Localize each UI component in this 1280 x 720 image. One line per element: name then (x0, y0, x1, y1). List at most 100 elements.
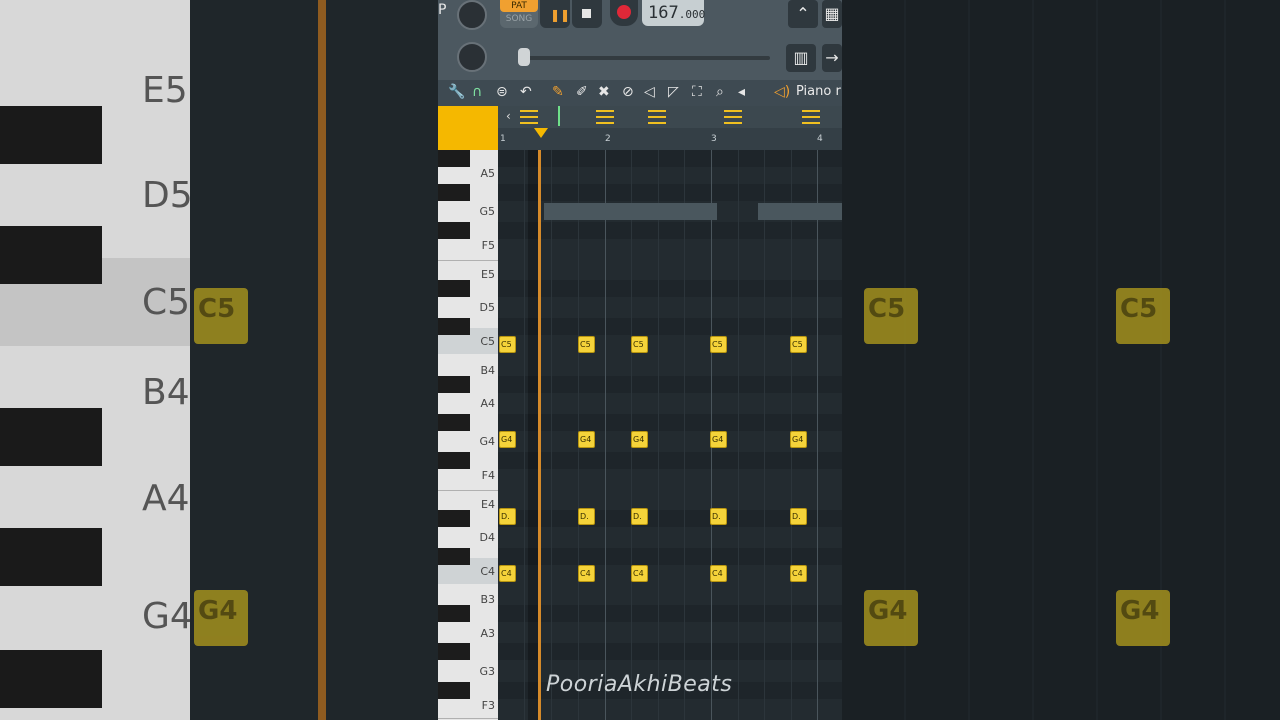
piano-keyboard[interactable]: A5 G5 F5 E5 D5 C5 B4 A4 G4 F4 E4 D4 C4 B… (438, 150, 498, 720)
menu-icon[interactable]: ⊜ (496, 84, 508, 100)
playhead-line[interactable] (538, 150, 541, 720)
speaker-icon[interactable]: ◁) (774, 84, 790, 100)
black-key[interactable] (438, 682, 470, 699)
pat-song-toggle[interactable]: PAT SONG (500, 0, 538, 28)
key-label: E5 (481, 268, 495, 281)
note-d4[interactable]: D. (578, 508, 595, 525)
loop-marker[interactable] (558, 106, 560, 126)
key-label: F4 (481, 469, 495, 482)
speaker-mute-icon[interactable]: ◁ (644, 84, 655, 100)
note-g4[interactable]: G4 (710, 431, 727, 448)
key-separator (438, 260, 498, 261)
fl-studio-window: P PAT SONG ❚❚ 167.000 ⌃ ▦ ▥ → 🔧 ∩ ⊜ ↶ ✎ … (438, 0, 842, 720)
black-key[interactable] (438, 222, 470, 239)
pause-button[interactable]: ❚❚ (540, 0, 570, 28)
pattern-marker[interactable] (724, 110, 742, 124)
chevron-left-icon[interactable]: ‹ (506, 109, 511, 123)
song-label: SONG (505, 14, 533, 24)
black-key[interactable] (438, 605, 470, 622)
note-c4[interactable]: C4 (790, 565, 807, 582)
bg-note: G4 (864, 590, 918, 646)
note-c5[interactable]: C5 (578, 336, 595, 353)
piano-roll-corner[interactable] (438, 106, 498, 150)
cut-off-label: P (438, 2, 447, 18)
piano-icon[interactable]: ▥ (786, 44, 816, 72)
delete-icon[interactable]: ✖ (598, 84, 610, 100)
slice-icon[interactable]: ◸ (668, 84, 679, 100)
master-volume-knob[interactable] (457, 0, 487, 30)
black-key[interactable] (438, 318, 470, 335)
bg-note: C5 (864, 288, 918, 344)
timeline-ruler[interactable]: ‹ 1 2 3 4 (498, 106, 842, 150)
pattern-marker[interactable] (802, 110, 820, 124)
key-label: G5 (479, 205, 495, 218)
key-label: B3 (480, 593, 495, 606)
black-key[interactable] (438, 280, 470, 297)
key-label: F3 (481, 699, 495, 712)
watermark: PooriaAkhiBeats (546, 672, 733, 697)
note-d4[interactable]: D. (631, 508, 648, 525)
black-key[interactable] (438, 643, 470, 660)
black-key[interactable] (438, 548, 470, 565)
note-c5[interactable]: C5 (631, 336, 648, 353)
note-g4[interactable]: G4 (631, 431, 648, 448)
black-key[interactable] (438, 452, 470, 469)
key-separator (438, 490, 498, 491)
magnet-icon[interactable]: ∩ (472, 84, 482, 100)
note-c5[interactable]: C5 (499, 336, 516, 353)
note-g4[interactable]: G4 (790, 431, 807, 448)
key-label: F5 (481, 239, 495, 252)
note-c5[interactable]: C5 (710, 336, 727, 353)
bg-key-label: E5 (142, 70, 188, 111)
wrench-icon[interactable]: 🔧 (448, 84, 465, 100)
key-label: G3 (479, 665, 495, 678)
note-c4[interactable]: C4 (710, 565, 727, 582)
black-key[interactable] (438, 414, 470, 431)
bg-note: C5 (194, 288, 248, 344)
bar-line (817, 150, 818, 720)
arrow-right-icon[interactable]: → (822, 44, 842, 72)
playback-icon[interactable]: ◂ (738, 84, 745, 100)
black-key[interactable] (438, 376, 470, 393)
undo-icon[interactable]: ↶ (520, 84, 532, 100)
note-grid[interactable]: C5 C5 C5 C5 C5 G4 G4 G4 G4 G4 D. D. D. D… (498, 150, 842, 720)
note-d4[interactable]: D. (790, 508, 807, 525)
note-c4[interactable]: C4 (631, 565, 648, 582)
stop-button[interactable] (572, 0, 602, 28)
note-c4[interactable]: C4 (499, 565, 516, 582)
pattern-marker[interactable] (648, 110, 666, 124)
playhead-shade (528, 150, 538, 720)
note-d4[interactable]: D. (499, 508, 516, 525)
key-separator (438, 718, 498, 719)
slider-thumb[interactable] (518, 48, 530, 66)
cpu-graph-icon[interactable]: ⌃ (788, 0, 818, 28)
key-label: A4 (480, 397, 495, 410)
key-label: B4 (480, 364, 495, 377)
pencil-icon[interactable]: ✎ (552, 84, 564, 100)
select-icon[interactable]: ⛶ (692, 84, 702, 100)
pattern-marker[interactable] (520, 110, 538, 124)
note-d4[interactable]: D. (710, 508, 727, 525)
piano-roll-toolbar: 🔧 ∩ ⊜ ↶ ✎ ✐ ✖ ⊘ ◁ ◸ ⛶ ⌕ ◂ ◁) Piano r (438, 80, 842, 106)
tempo-display[interactable]: 167.000 (642, 0, 705, 26)
note-g4[interactable]: G4 (578, 431, 595, 448)
stop-icon (582, 9, 591, 18)
note-c4[interactable]: C4 (578, 565, 595, 582)
bg-black-key (0, 650, 102, 708)
mute-icon[interactable]: ⊘ (622, 84, 634, 100)
grid-line (524, 150, 525, 720)
master-pitch-knob[interactable] (457, 42, 487, 72)
zoom-icon[interactable]: ⌕ (716, 84, 724, 100)
note-g4[interactable]: G4 (499, 431, 516, 448)
bar-number: 4 (817, 134, 823, 144)
master-slider[interactable] (518, 48, 770, 66)
pattern-marker[interactable] (596, 110, 614, 124)
black-key[interactable] (438, 184, 470, 201)
brush-icon[interactable]: ✐ (576, 84, 588, 100)
record-button[interactable] (610, 0, 638, 26)
playhead-marker[interactable] (534, 128, 548, 138)
black-key[interactable] (438, 510, 470, 527)
black-key[interactable] (438, 150, 470, 167)
snap-icon[interactable]: ▦ (822, 0, 842, 28)
note-c5[interactable]: C5 (790, 336, 807, 353)
